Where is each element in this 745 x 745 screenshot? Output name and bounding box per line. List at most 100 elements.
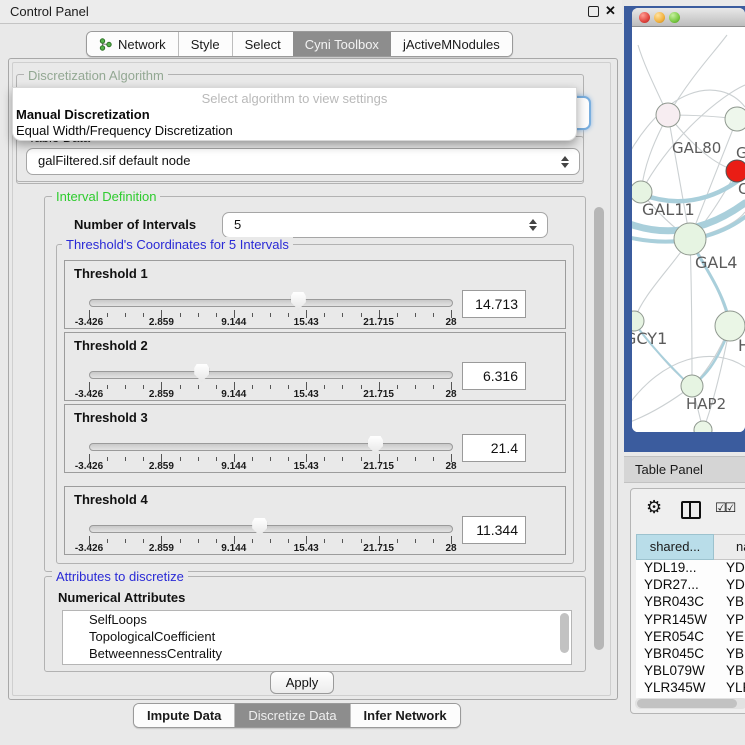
control-panel-titlebar: Control Panel ✕: [0, 0, 622, 24]
tick-label: 9.144: [221, 461, 246, 472]
algorithm-hint-option[interactable]: Select algorithm to view settings: [13, 91, 576, 106]
number-of-intervals-spinner[interactable]: 5: [222, 212, 548, 238]
table-row[interactable]: YLR345WYLR3: [636, 680, 745, 697]
column-header-shared-name[interactable]: shared...: [636, 534, 714, 560]
threshold-value-field[interactable]: 6.316: [462, 362, 526, 390]
cell-name[interactable]: YLR3: [722, 680, 745, 695]
tick-label: 15.43: [294, 461, 319, 472]
cell-shared-name[interactable]: YLR345W: [636, 680, 722, 695]
cell-name[interactable]: YER0: [722, 629, 745, 644]
table-row[interactable]: YBR045CYBR0: [636, 646, 745, 663]
slider-track[interactable]: [89, 525, 453, 533]
table-rows: YDL19...YDL1YDR27...YDR2YBR043CYBR0YPR14…: [636, 560, 745, 698]
horizontal-scrollbar-thumb[interactable]: [637, 699, 737, 708]
threshold-value-field[interactable]: 21.4: [462, 434, 526, 462]
cell-shared-name[interactable]: YDL19...: [636, 560, 722, 575]
node-selected-red[interactable]: [726, 160, 745, 182]
table-row[interactable]: YPR145WYPR1: [636, 612, 745, 629]
cell-name[interactable]: YBL0: [722, 663, 745, 678]
node-gcy1[interactable]: [632, 311, 644, 331]
float-window-icon[interactable]: [588, 6, 599, 17]
horizontal-scrollbar[interactable]: [635, 698, 745, 709]
option-equal-width-frequency[interactable]: Equal Width/Frequency Discretization: [16, 123, 233, 138]
cell-shared-name[interactable]: YPR145W: [636, 612, 722, 627]
slider-scale: -3.4262.8599.14415.4321.71528: [89, 317, 451, 327]
slider-track[interactable]: [89, 443, 453, 451]
network-canvas[interactable]: GAL80 G C GAL11 GAL4 GCY1 H HAP2: [632, 27, 745, 432]
slider-track[interactable]: [89, 371, 453, 379]
tick-label: 28: [445, 543, 456, 554]
select-checkboxes-icon[interactable]: ☑☑: [715, 500, 734, 516]
gear-icon[interactable]: ⚙: [646, 497, 662, 518]
tick-label: -3.426: [75, 461, 103, 472]
tick-label: -3.426: [75, 543, 103, 554]
node-gal4[interactable]: [674, 223, 706, 255]
slider-track[interactable]: [89, 299, 453, 307]
slider-handle[interactable]: [291, 292, 306, 310]
list-scrollbar[interactable]: [560, 613, 569, 653]
zoom-traffic-light-icon[interactable]: [669, 12, 680, 23]
table-data-combo[interactable]: galFiltered.sif default node: [26, 148, 580, 175]
numerical-attributes-label: Numerical Attributes: [58, 590, 185, 605]
slider-handle[interactable]: [194, 364, 209, 382]
threshold-value-field[interactable]: 11.344: [462, 516, 526, 544]
cell-shared-name[interactable]: YBR045C: [636, 646, 722, 661]
tab-select[interactable]: Select: [232, 32, 293, 56]
node-gal80[interactable]: [656, 103, 680, 127]
tab-label: Network: [118, 37, 166, 52]
close-icon[interactable]: ✕: [605, 3, 616, 19]
tab-jactivemnodules[interactable]: jActiveMNodules: [391, 32, 512, 56]
option-manual-discretization[interactable]: Manual Discretization: [16, 107, 150, 122]
algorithm-dropdown-popup: Select algorithm to view settings Manual…: [12, 87, 577, 141]
apply-button[interactable]: Apply: [270, 671, 334, 694]
close-traffic-light-icon[interactable]: [639, 12, 650, 23]
tab-style[interactable]: Style: [178, 32, 232, 56]
combo-arrows-icon: [561, 156, 569, 168]
tab-impute-data[interactable]: Impute Data: [134, 704, 234, 727]
threshold-2-box: Threshold 2 -3.4262.8599.14415.4321.7152…: [64, 332, 566, 401]
app-root: Control Panel ✕ Network Style Select Cyn…: [0, 0, 745, 745]
tab-network[interactable]: Network: [87, 32, 178, 56]
numerical-attributes-list[interactable]: SelfLoopsTopologicalCoefficientBetweenne…: [62, 610, 572, 665]
node-top-right[interactable]: [725, 107, 745, 131]
table-row[interactable]: YDR27...YDR2: [636, 577, 745, 594]
cell-name[interactable]: YDR2: [722, 577, 745, 592]
cell-name[interactable]: YPR1: [722, 612, 745, 627]
threshold-value-field[interactable]: 14.713: [462, 290, 526, 318]
tick-label: 2.859: [149, 461, 174, 472]
cell-shared-name[interactable]: YER054C: [636, 629, 722, 644]
table-panel: ⚙ ☑☑ shared... na YDL19...YDL1YDR27...YD…: [630, 488, 745, 714]
columns-icon[interactable]: [681, 501, 701, 519]
table-row[interactable]: YBR043CYBR0: [636, 594, 745, 611]
tab-cyni-toolbox[interactable]: Cyni Toolbox: [293, 32, 391, 56]
slider-handle[interactable]: [368, 436, 383, 454]
minimize-traffic-light-icon[interactable]: [654, 12, 665, 23]
slider-scale: -3.4262.8599.14415.4321.71528: [89, 543, 451, 553]
cell-name[interactable]: YBR0: [722, 646, 745, 661]
table-row[interactable]: YBL079WYBL0: [636, 663, 745, 680]
node-hap2[interactable]: [681, 375, 703, 397]
cell-name[interactable]: YDL1: [722, 560, 745, 575]
table-row[interactable]: YER054CYER0: [636, 629, 745, 646]
tab-discretize-data[interactable]: Discretize Data: [234, 704, 349, 727]
table-data-value: galFiltered.sif default node: [38, 153, 190, 168]
attribute-item[interactable]: SelfLoops: [63, 611, 571, 628]
tick-label: 21.715: [363, 389, 394, 400]
attribute-item[interactable]: BetweennessCentrality: [63, 645, 571, 662]
slider-handle[interactable]: [252, 518, 267, 536]
tick-label: 9.144: [221, 389, 246, 400]
table-row[interactable]: YDL19...YDL1: [636, 560, 745, 577]
column-header-name[interactable]: na: [714, 534, 745, 560]
cell-shared-name[interactable]: YDR27...: [636, 577, 722, 592]
tab-infer-network[interactable]: Infer Network: [350, 704, 460, 727]
network-window-titlebar[interactable]: [632, 8, 745, 27]
cell-shared-name[interactable]: YBR043C: [636, 594, 722, 609]
spinner-arrows-icon: [529, 219, 537, 231]
vertical-scrollbar[interactable]: [594, 207, 604, 650]
cell-shared-name[interactable]: YBL079W: [636, 663, 722, 678]
cell-name[interactable]: YBR0: [722, 594, 745, 609]
node-bottom[interactable]: [694, 421, 712, 432]
attributes-group-title: Attributes to discretize: [52, 569, 188, 584]
attribute-item[interactable]: TopologicalCoefficient: [63, 628, 571, 645]
intervals-count-value: 5: [234, 217, 241, 232]
